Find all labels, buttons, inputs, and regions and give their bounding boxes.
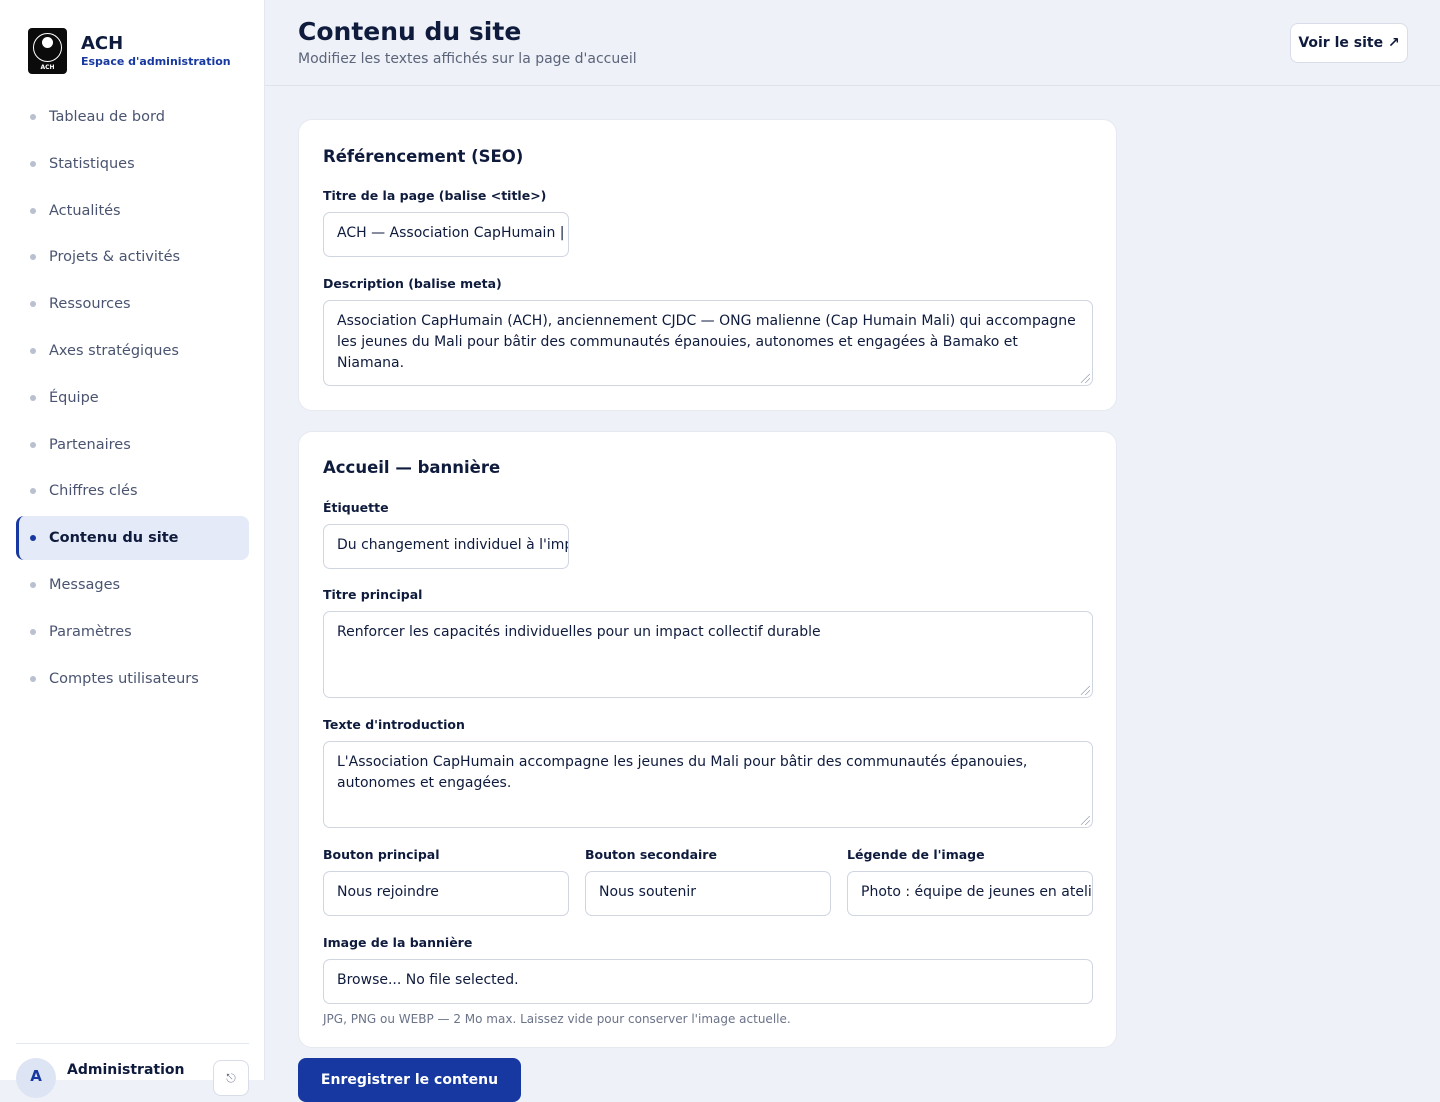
- bullet-icon: [30, 535, 36, 542]
- intro-textarea[interactable]: L'Association CapHumain accompagne les j…: [323, 741, 1093, 828]
- banner-image-label: Image de la bannière: [323, 935, 473, 950]
- community-logo-icon: ACH: [28, 28, 67, 74]
- resize-handle-icon[interactable]: [1081, 374, 1090, 383]
- sidebar-item-dashboard[interactable]: Tableau de bord: [16, 95, 249, 139]
- sidebar-item-key-figures[interactable]: Chiffres clés: [16, 469, 249, 513]
- bullet-icon: [30, 441, 36, 448]
- sidebar-item-partners[interactable]: Partenaires: [16, 423, 249, 467]
- image-caption-label: Légende de l'image: [847, 847, 985, 862]
- sidebar-item-label: Partenaires: [49, 436, 131, 453]
- logout-button[interactable]: ⎋: [213, 1060, 249, 1096]
- page-title-input[interactable]: ACH — Association CapHumain |: [323, 212, 569, 257]
- image-caption-input[interactable]: Photo : équipe de jeunes en atelie: [847, 871, 1093, 916]
- sidebar-item-site-content[interactable]: Contenu du site: [16, 516, 249, 561]
- bullet-icon: [30, 488, 36, 495]
- sidebar-item-label: Axes stratégiques: [49, 342, 179, 359]
- bullet-icon: [30, 581, 36, 588]
- intro-label: Texte d'introduction: [323, 717, 465, 732]
- sidebar-item-resources[interactable]: Ressources: [16, 282, 249, 326]
- brand-title: ACH: [81, 33, 124, 54]
- bullet-icon: [30, 675, 36, 682]
- logo-label: ACH: [40, 64, 55, 71]
- sidebar-item-label: Chiffres clés: [49, 483, 138, 500]
- intro-text: L'Association CapHumain accompagne les j…: [337, 754, 1028, 791]
- seo-heading: Référencement (SEO): [323, 147, 524, 166]
- primary-button-input[interactable]: Nous rejoindre: [323, 871, 569, 916]
- resize-handle-icon[interactable]: [1081, 816, 1090, 825]
- main-title-label: Titre principal: [323, 587, 423, 602]
- sidebar-item-messages[interactable]: Messages: [16, 563, 249, 607]
- sidebar-item-label: Paramètres: [49, 623, 132, 640]
- sidebar-item-team[interactable]: Équipe: [16, 376, 249, 420]
- bullet-icon: [30, 254, 36, 261]
- user-name: Administration: [67, 1062, 185, 1078]
- sidebar-item-label: Comptes utilisateurs: [49, 670, 199, 687]
- topbar: Contenu du site Modifiez les textes affi…: [265, 0, 1440, 86]
- bullet-icon: [30, 628, 36, 635]
- primary-button-label: Bouton principal: [323, 847, 440, 862]
- meta-description-text: Association CapHumain (ACH), anciennemen…: [337, 313, 1076, 371]
- logout-icon: ⎋: [226, 1071, 236, 1085]
- sidebar-item-user-accounts[interactable]: Comptes utilisateurs: [16, 657, 249, 701]
- avatar: A: [16, 1058, 56, 1098]
- secondary-button-label: Bouton secondaire: [585, 847, 717, 862]
- sidebar-user: A Administration ⎋: [16, 1043, 249, 1098]
- brand-subtitle: Espace d'administration: [81, 55, 231, 68]
- page-title-label: Titre de la page (balise <title>): [323, 188, 547, 203]
- sidebar-item-label: Projets & activités: [49, 249, 181, 266]
- sidebar-item-label: Contenu du site: [49, 530, 179, 547]
- sidebar-item-statistics[interactable]: Statistiques: [16, 142, 249, 186]
- banner-image-help: JPG, PNG ou WEBP — 2 Mo max. Laissez vid…: [323, 1012, 791, 1026]
- bullet-icon: [30, 207, 36, 214]
- sidebar-item-settings[interactable]: Paramètres: [16, 610, 249, 654]
- sidebar-item-strategic-axes[interactable]: Axes stratégiques: [16, 329, 249, 373]
- sidebar-item-label: Équipe: [49, 389, 99, 406]
- hero-card: Accueil — bannière Étiquette Du changeme…: [298, 431, 1117, 1048]
- sidebar-item-label: Ressources: [49, 296, 131, 313]
- sidebar-item-label: Tableau de bord: [49, 109, 165, 125]
- meta-description-label: Description (balise meta): [323, 276, 502, 291]
- main-title-text: Renforcer les capacités individuelles po…: [337, 624, 821, 640]
- save-content-button[interactable]: Enregistrer le contenu: [298, 1058, 521, 1102]
- view-site-button[interactable]: Voir le site ↗: [1290, 23, 1408, 63]
- bullet-icon: [30, 301, 36, 308]
- bullet-icon: [30, 114, 36, 120]
- tag-label: Étiquette: [323, 500, 389, 515]
- seo-card: Référencement (SEO) Titre de la page (ba…: [298, 119, 1117, 411]
- sidebar-nav: Tableau de bord Statistiques Actualités …: [16, 95, 249, 703]
- sidebar: ACH ACH Espace d'administration Tableau …: [0, 0, 265, 1098]
- sidebar-item-news[interactable]: Actualités: [16, 189, 249, 233]
- page-subtitle: Modifiez les textes affichés sur la page…: [298, 51, 637, 67]
- brand[interactable]: ACH ACH Espace d'administration: [28, 28, 231, 74]
- resize-handle-icon[interactable]: [1081, 686, 1090, 695]
- sidebar-item-label: Messages: [49, 576, 121, 593]
- main-title-textarea[interactable]: Renforcer les capacités individuelles po…: [323, 611, 1093, 698]
- bullet-icon: [30, 394, 36, 401]
- bullet-icon: [30, 347, 36, 354]
- tag-input[interactable]: Du changement individuel à l'imp: [323, 524, 569, 569]
- secondary-button-input[interactable]: Nous soutenir: [585, 871, 831, 916]
- bullet-icon: [30, 160, 36, 167]
- sidebar-item-label: Statistiques: [49, 155, 135, 172]
- page-title: Contenu du site: [298, 17, 522, 46]
- sidebar-item-label: Actualités: [49, 202, 121, 219]
- banner-image-file-input[interactable]: Browse... No file selected.: [323, 959, 1093, 1004]
- meta-description-textarea[interactable]: Association CapHumain (ACH), anciennemen…: [323, 300, 1093, 386]
- hero-heading: Accueil — bannière: [323, 458, 501, 477]
- sidebar-item-projects[interactable]: Projets & activités: [16, 235, 249, 279]
